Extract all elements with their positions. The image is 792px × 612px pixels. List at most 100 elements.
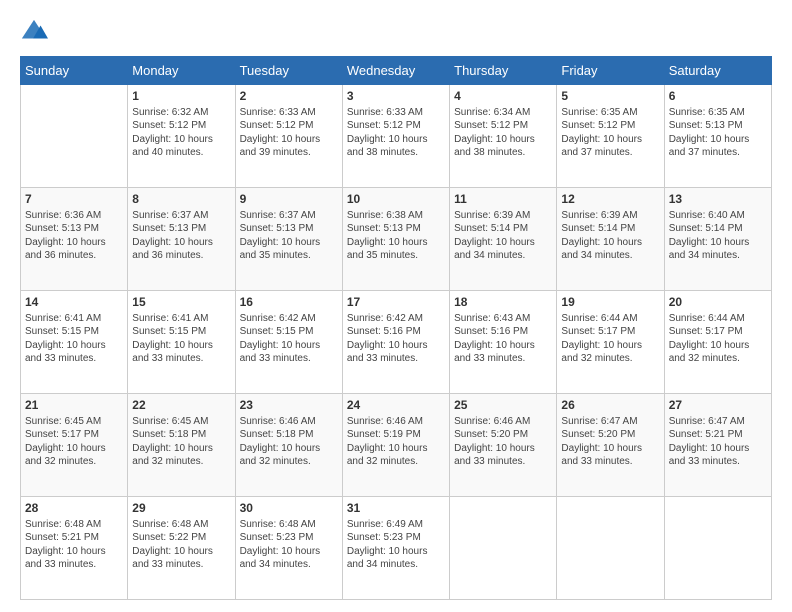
week-row-1: 1Sunrise: 6:32 AMSunset: 5:12 PMDaylight… (21, 85, 772, 188)
cell-info: Sunrise: 6:37 AMSunset: 5:13 PMDaylight:… (240, 209, 338, 263)
day-number: 9 (240, 191, 338, 208)
calendar-cell (450, 497, 557, 600)
calendar-cell: 26Sunrise: 6:47 AMSunset: 5:20 PMDayligh… (557, 394, 664, 497)
calendar-cell: 14Sunrise: 6:41 AMSunset: 5:15 PMDayligh… (21, 291, 128, 394)
day-number: 10 (347, 191, 445, 208)
cell-info: Sunrise: 6:42 AMSunset: 5:15 PMDaylight:… (240, 312, 338, 366)
day-number: 11 (454, 191, 552, 208)
calendar-cell: 19Sunrise: 6:44 AMSunset: 5:17 PMDayligh… (557, 291, 664, 394)
cell-info: Sunrise: 6:35 AMSunset: 5:12 PMDaylight:… (561, 106, 659, 160)
cell-info: Sunrise: 6:38 AMSunset: 5:13 PMDaylight:… (347, 209, 445, 263)
calendar-cell: 6Sunrise: 6:35 AMSunset: 5:13 PMDaylight… (664, 85, 771, 188)
cell-info: Sunrise: 6:47 AMSunset: 5:20 PMDaylight:… (561, 415, 659, 469)
cell-info: Sunrise: 6:42 AMSunset: 5:16 PMDaylight:… (347, 312, 445, 366)
calendar-cell: 25Sunrise: 6:46 AMSunset: 5:20 PMDayligh… (450, 394, 557, 497)
day-number: 16 (240, 294, 338, 311)
cell-info: Sunrise: 6:34 AMSunset: 5:12 PMDaylight:… (454, 106, 552, 160)
week-row-5: 28Sunrise: 6:48 AMSunset: 5:21 PMDayligh… (21, 497, 772, 600)
cell-info: Sunrise: 6:41 AMSunset: 5:15 PMDaylight:… (25, 312, 123, 366)
calendar-cell: 24Sunrise: 6:46 AMSunset: 5:19 PMDayligh… (342, 394, 449, 497)
day-number: 3 (347, 88, 445, 105)
cell-info: Sunrise: 6:46 AMSunset: 5:18 PMDaylight:… (240, 415, 338, 469)
calendar-cell: 28Sunrise: 6:48 AMSunset: 5:21 PMDayligh… (21, 497, 128, 600)
calendar-cell: 22Sunrise: 6:45 AMSunset: 5:18 PMDayligh… (128, 394, 235, 497)
calendar-cell: 21Sunrise: 6:45 AMSunset: 5:17 PMDayligh… (21, 394, 128, 497)
week-row-3: 14Sunrise: 6:41 AMSunset: 5:15 PMDayligh… (21, 291, 772, 394)
cell-info: Sunrise: 6:39 AMSunset: 5:14 PMDaylight:… (454, 209, 552, 263)
day-number: 1 (132, 88, 230, 105)
week-row-2: 7Sunrise: 6:36 AMSunset: 5:13 PMDaylight… (21, 188, 772, 291)
calendar-cell: 31Sunrise: 6:49 AMSunset: 5:23 PMDayligh… (342, 497, 449, 600)
calendar-cell: 9Sunrise: 6:37 AMSunset: 5:13 PMDaylight… (235, 188, 342, 291)
cell-info: Sunrise: 6:49 AMSunset: 5:23 PMDaylight:… (347, 518, 445, 572)
day-number: 13 (669, 191, 767, 208)
cell-info: Sunrise: 6:39 AMSunset: 5:14 PMDaylight:… (561, 209, 659, 263)
calendar-cell: 8Sunrise: 6:37 AMSunset: 5:13 PMDaylight… (128, 188, 235, 291)
calendar-cell: 4Sunrise: 6:34 AMSunset: 5:12 PMDaylight… (450, 85, 557, 188)
header (20, 18, 772, 46)
cell-info: Sunrise: 6:45 AMSunset: 5:18 PMDaylight:… (132, 415, 230, 469)
day-number: 12 (561, 191, 659, 208)
day-number: 4 (454, 88, 552, 105)
day-number: 30 (240, 500, 338, 517)
weekday-header-row: SundayMondayTuesdayWednesdayThursdayFrid… (21, 57, 772, 85)
day-number: 23 (240, 397, 338, 414)
calendar-cell: 11Sunrise: 6:39 AMSunset: 5:14 PMDayligh… (450, 188, 557, 291)
calendar-cell (557, 497, 664, 600)
calendar-cell: 12Sunrise: 6:39 AMSunset: 5:14 PMDayligh… (557, 188, 664, 291)
weekday-header-wednesday: Wednesday (342, 57, 449, 85)
day-number: 24 (347, 397, 445, 414)
calendar-cell (21, 85, 128, 188)
cell-info: Sunrise: 6:48 AMSunset: 5:23 PMDaylight:… (240, 518, 338, 572)
weekday-header-thursday: Thursday (450, 57, 557, 85)
day-number: 21 (25, 397, 123, 414)
weekday-header-friday: Friday (557, 57, 664, 85)
logo-icon (20, 18, 48, 46)
calendar-cell: 18Sunrise: 6:43 AMSunset: 5:16 PMDayligh… (450, 291, 557, 394)
calendar-cell: 27Sunrise: 6:47 AMSunset: 5:21 PMDayligh… (664, 394, 771, 497)
day-number: 25 (454, 397, 552, 414)
calendar-cell: 29Sunrise: 6:48 AMSunset: 5:22 PMDayligh… (128, 497, 235, 600)
day-number: 14 (25, 294, 123, 311)
day-number: 20 (669, 294, 767, 311)
weekday-header-tuesday: Tuesday (235, 57, 342, 85)
day-number: 15 (132, 294, 230, 311)
calendar-table: SundayMondayTuesdayWednesdayThursdayFrid… (20, 56, 772, 600)
day-number: 2 (240, 88, 338, 105)
day-number: 28 (25, 500, 123, 517)
cell-info: Sunrise: 6:43 AMSunset: 5:16 PMDaylight:… (454, 312, 552, 366)
day-number: 26 (561, 397, 659, 414)
calendar-cell: 2Sunrise: 6:33 AMSunset: 5:12 PMDaylight… (235, 85, 342, 188)
day-number: 27 (669, 397, 767, 414)
cell-info: Sunrise: 6:33 AMSunset: 5:12 PMDaylight:… (347, 106, 445, 160)
weekday-header-monday: Monday (128, 57, 235, 85)
cell-info: Sunrise: 6:46 AMSunset: 5:20 PMDaylight:… (454, 415, 552, 469)
cell-info: Sunrise: 6:35 AMSunset: 5:13 PMDaylight:… (669, 106, 767, 160)
logo (20, 18, 52, 46)
cell-info: Sunrise: 6:41 AMSunset: 5:15 PMDaylight:… (132, 312, 230, 366)
cell-info: Sunrise: 6:46 AMSunset: 5:19 PMDaylight:… (347, 415, 445, 469)
calendar-cell (664, 497, 771, 600)
cell-info: Sunrise: 6:45 AMSunset: 5:17 PMDaylight:… (25, 415, 123, 469)
calendar-cell: 30Sunrise: 6:48 AMSunset: 5:23 PMDayligh… (235, 497, 342, 600)
week-row-4: 21Sunrise: 6:45 AMSunset: 5:17 PMDayligh… (21, 394, 772, 497)
cell-info: Sunrise: 6:44 AMSunset: 5:17 PMDaylight:… (561, 312, 659, 366)
cell-info: Sunrise: 6:40 AMSunset: 5:14 PMDaylight:… (669, 209, 767, 263)
calendar-cell: 15Sunrise: 6:41 AMSunset: 5:15 PMDayligh… (128, 291, 235, 394)
calendar-cell: 13Sunrise: 6:40 AMSunset: 5:14 PMDayligh… (664, 188, 771, 291)
calendar-cell: 5Sunrise: 6:35 AMSunset: 5:12 PMDaylight… (557, 85, 664, 188)
calendar-cell: 16Sunrise: 6:42 AMSunset: 5:15 PMDayligh… (235, 291, 342, 394)
day-number: 8 (132, 191, 230, 208)
cell-info: Sunrise: 6:33 AMSunset: 5:12 PMDaylight:… (240, 106, 338, 160)
day-number: 19 (561, 294, 659, 311)
day-number: 5 (561, 88, 659, 105)
calendar-cell: 20Sunrise: 6:44 AMSunset: 5:17 PMDayligh… (664, 291, 771, 394)
day-number: 29 (132, 500, 230, 517)
day-number: 22 (132, 397, 230, 414)
day-number: 6 (669, 88, 767, 105)
cell-info: Sunrise: 6:48 AMSunset: 5:21 PMDaylight:… (25, 518, 123, 572)
cell-info: Sunrise: 6:32 AMSunset: 5:12 PMDaylight:… (132, 106, 230, 160)
calendar-cell: 1Sunrise: 6:32 AMSunset: 5:12 PMDaylight… (128, 85, 235, 188)
day-number: 17 (347, 294, 445, 311)
cell-info: Sunrise: 6:47 AMSunset: 5:21 PMDaylight:… (669, 415, 767, 469)
